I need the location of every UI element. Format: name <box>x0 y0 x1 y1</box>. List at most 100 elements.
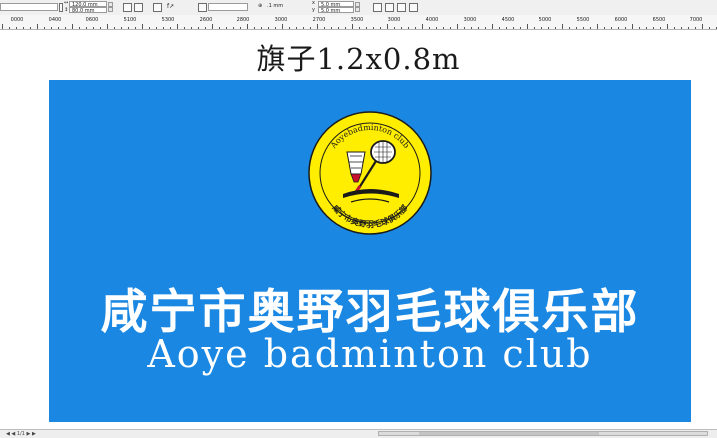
ruler-tick <box>408 27 409 29</box>
horizontal-scrollbar[interactable] <box>378 431 708 436</box>
ruler-tick <box>359 27 360 29</box>
ruler-tick <box>72 24 73 29</box>
ruler-tick <box>135 27 136 29</box>
ruler-tick <box>520 27 521 29</box>
ruler-tick <box>485 27 486 29</box>
ruler-tick <box>37 24 38 29</box>
ruler-tick <box>534 27 535 29</box>
flag-rectangle[interactable]: Aoyebadminton club 咸宁市奥野羽毛球俱乐部 咸宁市奥野羽毛球俱… <box>49 80 691 422</box>
ruler-tick <box>114 27 115 29</box>
fill-icon[interactable] <box>385 3 394 12</box>
nudge-icon: ⊕ <box>258 3 263 9</box>
ruler-tick <box>583 27 584 29</box>
flag-size-caption[interactable]: 旗子1.2x0.8m <box>0 36 717 78</box>
ruler-tick <box>331 27 332 29</box>
ruler-tick <box>163 27 164 29</box>
ruler-tick <box>352 24 353 29</box>
ruler-tick <box>562 24 563 29</box>
ruler-label: 5300 <box>161 17 175 23</box>
ruler-tick <box>296 27 297 29</box>
ruler-tick <box>247 24 248 29</box>
scale-label: f↗ <box>167 3 175 10</box>
ruler-tick <box>506 27 507 29</box>
ruler-tick <box>478 27 479 29</box>
duplicate-spinner[interactable] <box>355 2 360 13</box>
ruler-tick <box>387 24 388 29</box>
ruler-tick <box>275 27 276 29</box>
ruler-tick <box>597 24 598 29</box>
club-logo[interactable]: Aoyebadminton club 咸宁市奥野羽毛球俱乐部 <box>307 110 433 236</box>
ruler-tick <box>268 27 269 29</box>
ruler-label: 5100 <box>123 17 137 23</box>
horizontal-ruler[interactable]: 0000 0400 0600 5100 5300 2600 2800 3000 2700 3500… <box>0 15 717 30</box>
rotation-field[interactable] <box>208 3 248 11</box>
ruler-tick <box>443 27 444 29</box>
ruler-tick <box>254 27 255 29</box>
club-name-english[interactable]: Aoye badminton club <box>49 332 691 376</box>
ruler-label: 2800 <box>236 17 250 23</box>
object-position-field[interactable] <box>0 3 58 11</box>
ruler-tick <box>303 27 304 29</box>
ruler-tick <box>191 27 192 29</box>
ruler-label: 4500 <box>501 17 515 23</box>
ruler-tick <box>100 27 101 29</box>
outline-icon[interactable] <box>373 3 382 12</box>
ruler-tick <box>317 24 318 29</box>
nudge-field[interactable]: .1 mm <box>265 3 295 11</box>
ruler-tick <box>289 27 290 29</box>
ruler-tick <box>541 27 542 29</box>
size-spinner[interactable] <box>108 2 113 13</box>
ruler-tick <box>702 24 703 29</box>
ruler-tick <box>121 27 122 29</box>
ruler-tick <box>632 24 633 29</box>
scrollbar-thumb[interactable] <box>419 432 599 435</box>
ruler-tick <box>338 27 339 29</box>
ruler-tick <box>212 24 213 29</box>
ruler-tick <box>156 27 157 29</box>
ruler-tick <box>44 27 45 29</box>
ruler-tick <box>233 27 234 29</box>
arrange-icon[interactable] <box>409 3 418 12</box>
ruler-label: 3000 <box>274 17 288 23</box>
ruler-tick <box>198 27 199 29</box>
transparency-icon[interactable] <box>397 3 406 12</box>
ruler-label: 2600 <box>199 17 213 23</box>
lock-ratio-icon[interactable] <box>123 3 132 12</box>
ruler-tick <box>93 27 94 29</box>
ruler-tick <box>65 27 66 29</box>
ruler-tick <box>79 27 80 29</box>
ruler-label: 0000 <box>10 17 24 23</box>
ruler-tick <box>310 27 311 29</box>
ruler-tick <box>457 24 458 29</box>
ruler-tick <box>184 27 185 29</box>
ruler-tick <box>23 27 24 29</box>
ruler-label: 3500 <box>350 17 364 23</box>
ruler-tick <box>86 27 87 29</box>
width-label: ↔ <box>64 0 69 6</box>
ruler-tick <box>205 27 206 29</box>
ruler-tick <box>107 24 108 29</box>
property-bar: ↔ 120.0 mm ↕ 80.0 mm f↗ ⊕ .1 mm x 5.0 mm… <box>0 0 717 16</box>
ruler-tick <box>688 27 689 29</box>
ruler-tick <box>709 27 710 29</box>
ruler-tick <box>492 24 493 29</box>
ruler-tick <box>527 24 528 29</box>
ruler-label: 0400 <box>48 17 62 23</box>
page-navigator[interactable]: ◀ ◀ 1/1 ▶ ▶ <box>6 431 36 437</box>
ruler-label: 5500 <box>576 17 590 23</box>
ruler-tick <box>618 27 619 29</box>
duplicate-y-field[interactable]: 5.0 mm <box>318 7 354 14</box>
height-field[interactable]: 80.0 mm <box>69 7 107 14</box>
mirror-horizontal-icon[interactable] <box>134 3 143 12</box>
ruler-tick <box>51 27 52 29</box>
dropdown-arrow-icon[interactable] <box>59 3 63 12</box>
ruler-tick <box>604 27 605 29</box>
ruler-tick <box>499 27 500 29</box>
mirror-vertical-icon[interactable] <box>153 3 162 12</box>
ruler-label: 0600 <box>85 17 99 23</box>
ruler-tick <box>394 27 395 29</box>
ruler-tick <box>569 27 570 29</box>
ruler-tick <box>380 27 381 29</box>
align-icon[interactable] <box>198 3 207 12</box>
ruler-tick <box>436 27 437 29</box>
